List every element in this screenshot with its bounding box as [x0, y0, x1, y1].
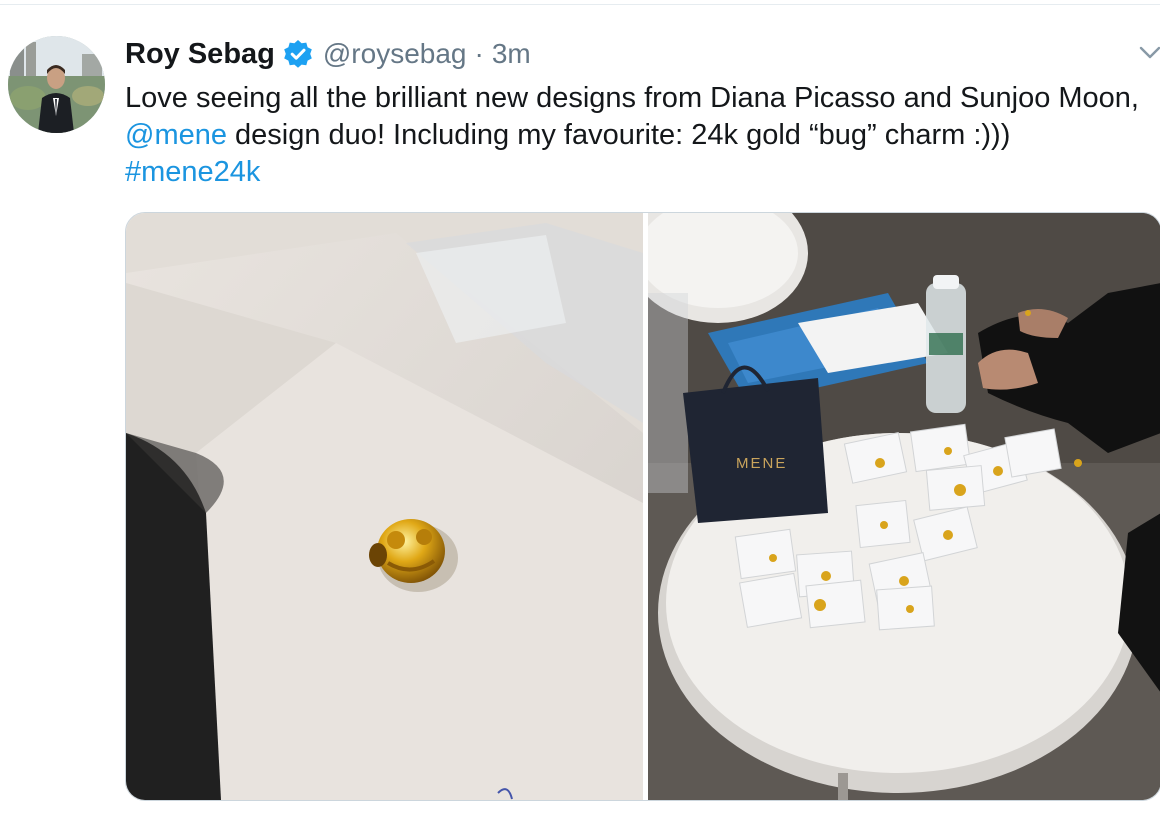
author-name[interactable]: Roy Sebag — [125, 38, 275, 71]
mention-link[interactable]: @mene — [125, 119, 227, 151]
tweet-text-part: design duo! Including my favourite: 24k … — [226, 119, 1011, 151]
author-handle[interactable]: @roysebag — [323, 38, 467, 70]
tweet[interactable]: Roy Sebag @roysebag · 3m Love seeing all… — [0, 0, 1160, 823]
hashtag-link[interactable]: #mene24k — [125, 156, 260, 188]
avatar[interactable] — [8, 36, 105, 133]
verified-badge-icon — [283, 39, 313, 69]
header-separator: · — [474, 38, 484, 69]
bag-logo: MENE — [736, 455, 787, 472]
media-grid: MENE — [125, 212, 1160, 801]
tweet-timestamp[interactable]: 3m — [492, 38, 531, 70]
photo-design-table[interactable]: MENE — [648, 213, 1160, 800]
avatar-photo — [8, 36, 105, 133]
chevron-down-icon[interactable] — [1138, 44, 1160, 62]
tweet-header: Roy Sebag @roysebag · 3m — [125, 34, 531, 74]
tweet-text: Love seeing all the brilliant new design… — [125, 80, 1145, 191]
photo-gold-bug-charm[interactable] — [126, 213, 643, 800]
tweet-text-part: Love seeing all the brilliant new design… — [125, 82, 1139, 114]
